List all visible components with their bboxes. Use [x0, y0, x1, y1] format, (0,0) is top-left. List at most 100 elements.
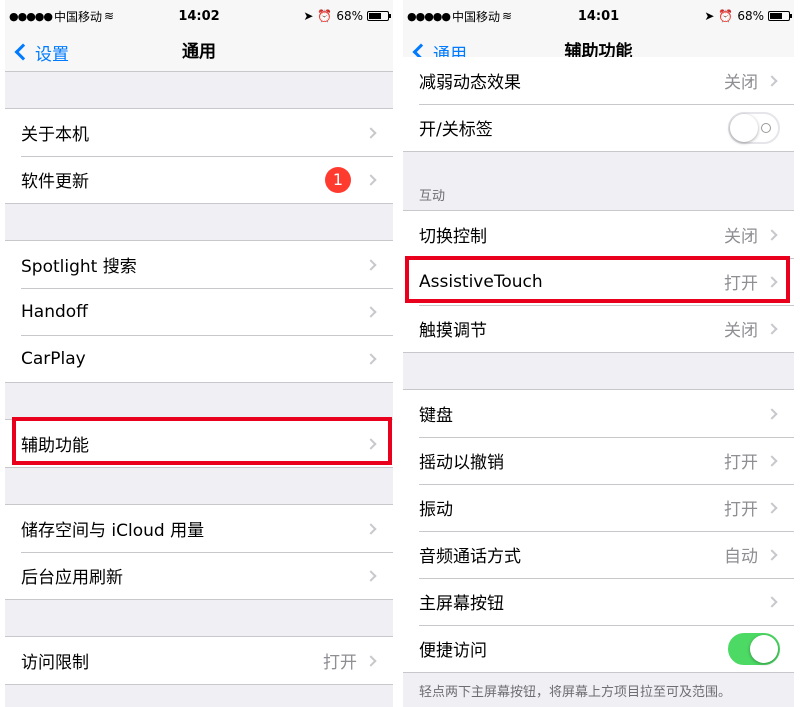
row-label: 主屏幕按钮	[419, 594, 504, 614]
battery-icon	[768, 11, 793, 21]
accessibility-screen: ●●●●● 中国移动 ≋ 14:01 ➤ ⏰ 68% 通用 辅助功能 减弱动态效…	[403, 0, 794, 707]
battery-percent: 68%	[737, 9, 765, 23]
alarm-icon: ⏰	[317, 9, 333, 23]
settings-row[interactable]: 主屏幕按钮	[403, 578, 794, 625]
settings-row[interactable]: 软件更新 1	[5, 156, 393, 203]
settings-group: 键盘 摇动以撤销 打开 振动 打开 音频通话方式 自动 主屏幕按钮 便捷访问	[403, 389, 794, 673]
chevron-right-icon	[365, 305, 377, 318]
carrier-label: 中国移动	[452, 9, 501, 24]
settings-row[interactable]: 触摸调节 关闭	[403, 305, 794, 352]
toggle-off-label-icon	[761, 122, 771, 133]
chevron-left-icon	[14, 43, 32, 61]
signal-icon: ●●●●●	[9, 9, 53, 23]
settings-group: 访问限制 打开	[5, 636, 393, 685]
row-label: 便捷访问	[419, 641, 487, 661]
row-value: 关闭	[724, 73, 758, 93]
chevron-right-icon	[365, 352, 377, 365]
settings-group: 储存空间与 iCloud 用量后台应用刷新	[5, 504, 393, 600]
row-label: 关于本机	[21, 125, 89, 145]
section-header-interaction: 互动	[419, 189, 446, 204]
settings-row[interactable]: AssistiveTouch 打开	[403, 258, 794, 305]
accessibility-list: 减弱动态效果 关闭 开/关标签 互动 切换控制 关闭 AssistiveTouch 打开 触摸调…	[403, 57, 794, 707]
row-label: 音频通话方式	[419, 547, 521, 567]
chevron-right-icon	[365, 126, 377, 139]
chevron-right-icon	[766, 228, 778, 241]
navigation-bar: 设置 通用	[5, 32, 393, 72]
chevron-right-icon	[766, 454, 778, 467]
chevron-right-icon	[365, 654, 377, 667]
settings-row[interactable]: 振动 打开	[403, 484, 794, 531]
row-label: 辅助功能	[21, 436, 89, 456]
row-label: 开/关标签	[419, 120, 493, 140]
row-label: 振动	[419, 500, 453, 520]
settings-group: 切换控制 关闭 AssistiveTouch 打开 触摸调节 关闭	[403, 210, 794, 353]
row-label: 后台应用刷新	[21, 568, 123, 588]
settings-group: 减弱动态效果 关闭开/关标签	[403, 57, 794, 152]
battery-icon	[367, 11, 392, 21]
settings-row[interactable]: 储存空间与 iCloud 用量	[5, 505, 393, 552]
settings-list: 关于本机软件更新 1 Spotlight 搜索 Handoff CarPlay 辅助功能储…	[5, 73, 393, 707]
settings-row[interactable]: 后台应用刷新	[5, 552, 393, 599]
settings-row[interactable]: 切换控制 关闭	[403, 211, 794, 258]
chevron-right-icon	[365, 569, 377, 582]
settings-row[interactable]: 音频通话方式 自动	[403, 531, 794, 578]
chevron-right-icon	[766, 407, 778, 420]
row-label: 摇动以撤销	[419, 453, 504, 473]
status-bar: ●●●●● 中国移动 ≋ 14:01 ➤ ⏰ 68%	[403, 0, 794, 32]
row-value: 自动	[724, 547, 758, 567]
status-time: 14:01	[577, 8, 620, 24]
row-value: 打开	[724, 453, 758, 473]
location-icon: ➤	[303, 9, 314, 23]
settings-row[interactable]: 减弱动态效果 关闭	[403, 57, 794, 104]
settings-row[interactable]: 摇动以撤销 打开	[403, 437, 794, 484]
chevron-right-icon	[365, 522, 377, 535]
settings-group: Spotlight 搜索 Handoff CarPlay	[5, 240, 393, 383]
row-value: 打开	[323, 653, 357, 673]
settings-row[interactable]: 键盘	[403, 390, 794, 437]
settings-row[interactable]: Spotlight 搜索	[5, 241, 393, 288]
chevron-right-icon	[365, 258, 377, 271]
location-icon: ➤	[704, 9, 715, 23]
back-label: 设置	[35, 44, 69, 65]
settings-row[interactable]: CarPlay	[5, 335, 393, 382]
settings-group: 辅助功能	[5, 419, 393, 468]
row-value: 关闭	[724, 227, 758, 247]
row-label: 切换控制	[419, 227, 487, 247]
row-label: 软件更新	[21, 172, 89, 192]
settings-row[interactable]: 关于本机	[5, 109, 393, 156]
settings-row[interactable]: 辅助功能	[5, 420, 393, 467]
settings-row[interactable]: Handoff	[5, 288, 393, 335]
settings-row[interactable]: 便捷访问	[403, 625, 794, 672]
row-label: 触摸调节	[419, 321, 487, 341]
update-badge: 1	[325, 166, 351, 193]
wifi-icon: ≋	[104, 9, 115, 23]
chevron-right-icon	[766, 275, 778, 288]
carrier-label: 中国移动	[54, 9, 103, 24]
toggle-knob	[750, 634, 778, 663]
settings-group: 关于本机软件更新 1	[5, 108, 393, 204]
row-label: Handoff	[21, 301, 88, 322]
toggle-knob	[730, 113, 758, 142]
back-button-settings[interactable]: 设置	[11, 32, 69, 72]
status-bar: ●●●●● 中国移动 ≋ 14:02 ➤ ⏰ 68%	[5, 0, 393, 32]
toggle-switch[interactable]	[728, 632, 780, 665]
row-value: 打开	[724, 274, 758, 294]
chevron-right-icon	[766, 548, 778, 561]
settings-row[interactable]: 开/关标签	[403, 104, 794, 151]
row-label: 键盘	[419, 406, 453, 426]
section-footer: 轻点两下主屏幕按钮，将屏幕上方项目拉至可及范围。	[419, 685, 732, 700]
settings-row[interactable]: 访问限制 打开	[5, 637, 393, 684]
chevron-right-icon	[766, 322, 778, 335]
toggle-switch[interactable]	[728, 111, 780, 144]
row-value: 打开	[724, 500, 758, 520]
row-value: 关闭	[724, 321, 758, 341]
row-label: Spotlight 搜索	[21, 257, 137, 277]
chevron-right-icon	[766, 501, 778, 514]
status-time: 14:02	[178, 8, 220, 24]
row-label: CarPlay	[21, 348, 86, 369]
